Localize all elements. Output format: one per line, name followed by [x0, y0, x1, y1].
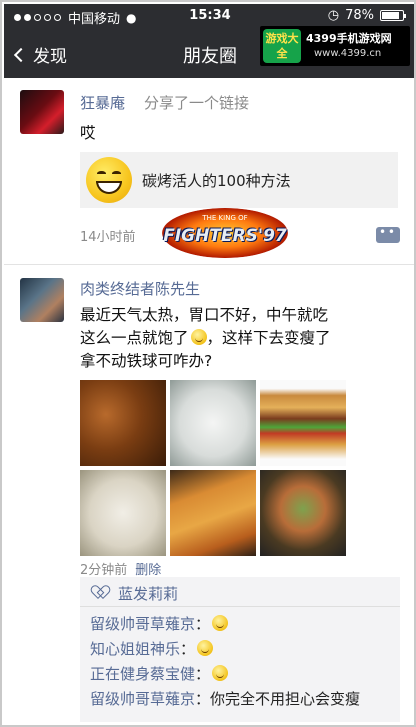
- delete-link[interactable]: 删除: [135, 563, 161, 578]
- photo-dumplings[interactable]: [80, 470, 166, 556]
- comment-item[interactable]: 留级帅哥草薙京：: [90, 613, 229, 634]
- comment-separator: ：: [180, 640, 196, 658]
- photo-hamburger[interactable]: [260, 380, 346, 466]
- post-text-segment: ，这样下去变瘦了: [206, 329, 331, 347]
- post-text-line-2: 这么一点就饱了 ，这样下去变瘦了: [80, 327, 400, 350]
- post-text-line: 最近天气太热，胃口不好，中午就吃: [80, 306, 329, 324]
- post-meta: 2分钟前 删除: [80, 559, 161, 578]
- app-frame: 中国移动 ● 15:34 ◷ 78% 发现 朋友圈 游戏大全 4399手机游戏网…: [0, 0, 416, 727]
- post-text-line: 拿不动铁球可咋办?: [80, 352, 213, 370]
- comment-item[interactable]: 知心姐姐神乐：: [90, 638, 214, 659]
- photo-pizza[interactable]: [170, 470, 256, 556]
- comment-separator: ：: [195, 690, 211, 708]
- comment-text: 你完全不用担心会变瘦: [210, 690, 361, 708]
- liker-name[interactable]: 蓝发莉莉: [118, 583, 178, 604]
- moment-post: 肉类终结者陈先生 最近天气太热，胃口不好，中午就吃 这么一点就饱了 ，这样下去变瘦…: [4, 2, 414, 725]
- commenter-name[interactable]: 正在健身蔡宝健: [90, 665, 195, 683]
- author-name[interactable]: 肉类终结者陈先生: [80, 278, 200, 299]
- emoji-icon: [212, 665, 229, 681]
- comment-item[interactable]: 正在健身蔡宝健：: [90, 663, 229, 684]
- comment-separator: ：: [195, 665, 211, 683]
- emoji-icon: [190, 329, 207, 345]
- emoji-icon: [212, 615, 229, 631]
- photo-steamed-buns[interactable]: [170, 380, 256, 466]
- emoji-icon: [197, 640, 214, 656]
- photo-banquet-dishes[interactable]: [260, 470, 346, 556]
- post-time: 2分钟前: [80, 563, 128, 578]
- post-text: 最近天气太热，胃口不好，中午就吃 这么一点就饱了 ，这样下去变瘦了 拿不动铁球可咋…: [80, 304, 400, 373]
- photo-braised-meat[interactable]: [80, 380, 166, 466]
- avatar[interactable]: [20, 278, 64, 322]
- post-text-segment: 这么一点就饱了: [80, 329, 189, 347]
- heart-icon: [94, 586, 106, 598]
- commenter-name[interactable]: 留级帅哥草薙京: [90, 690, 195, 708]
- commenter-name[interactable]: 知心姐姐神乐: [90, 640, 180, 658]
- commenter-name[interactable]: 留级帅哥草薙京: [90, 615, 195, 633]
- comment-item[interactable]: 留级帅哥草薙京：你完全不用担心会变瘦: [90, 688, 360, 709]
- likes-comments-panel: 蓝发莉莉 留级帅哥草薙京： 知心姐姐神乐： 正在健身蔡宝健： 留级帅哥草薙京：你…: [80, 577, 400, 722]
- likes-row: 蓝发莉莉: [80, 577, 400, 607]
- comment-separator: ：: [195, 615, 211, 633]
